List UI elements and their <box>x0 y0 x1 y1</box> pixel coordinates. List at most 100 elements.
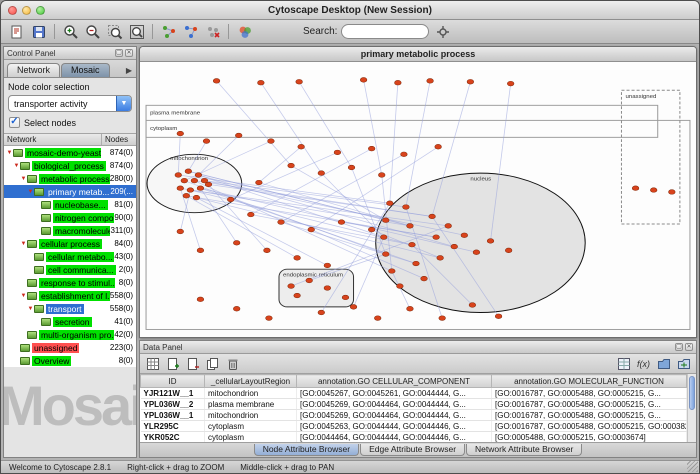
network-node[interactable] <box>433 235 440 240</box>
tree-row[interactable]: ▼metabolic process280(0) <box>4 172 136 185</box>
network-node[interactable] <box>306 278 313 283</box>
tree-row[interactable]: nucleobase...81(0) <box>4 198 136 211</box>
network-node[interactable] <box>445 224 452 229</box>
network-node[interactable] <box>296 79 303 84</box>
zoom-in-icon[interactable] <box>61 22 80 41</box>
network-node[interactable] <box>342 295 349 300</box>
expand-triangle-icon[interactable]: ▼ <box>20 241 27 247</box>
network-node[interactable] <box>451 244 458 249</box>
tab-node-attribute-browser[interactable]: Node Attribute Browser <box>254 444 359 456</box>
network-node[interactable] <box>632 186 639 191</box>
tab-network[interactable]: Network <box>7 63 60 77</box>
network-node[interactable] <box>388 269 395 274</box>
zoom-out-icon[interactable] <box>83 22 102 41</box>
network-node[interactable] <box>348 165 355 170</box>
expand-triangle-icon[interactable]: ▼ <box>13 163 20 169</box>
close-window-icon[interactable] <box>8 6 17 15</box>
table-row[interactable]: YJR121W__1mitochondrion[GO:0045267, GO:0… <box>141 388 687 399</box>
zoom-window-icon[interactable] <box>36 6 45 15</box>
network-node[interactable] <box>197 186 204 191</box>
resize-grip[interactable] <box>687 461 698 472</box>
network-node[interactable] <box>175 173 182 178</box>
network-view-icon[interactable] <box>181 22 200 41</box>
network-node[interactable] <box>382 218 389 223</box>
network-node[interactable] <box>350 305 357 310</box>
attribute-matrix-icon[interactable] <box>615 355 632 372</box>
tree-row[interactable]: ▼cellular process84(0) <box>4 237 136 250</box>
network-node[interactable] <box>650 188 657 193</box>
tree-row[interactable]: ▼transport558(0) <box>4 302 136 315</box>
select-nodes-checkbox[interactable]: ✓ <box>9 117 20 128</box>
expand-triangle-icon[interactable]: ▼ <box>27 189 34 195</box>
network-node[interactable] <box>324 263 331 268</box>
network-node[interactable] <box>233 306 240 311</box>
tree-row[interactable]: macromolecule...311(0) <box>4 224 136 237</box>
network-node[interactable] <box>266 316 273 321</box>
network-node[interactable] <box>395 80 402 85</box>
network-node[interactable] <box>407 306 414 311</box>
table-row[interactable]: YKR052Ccytoplasm[GO:0044464, GO:0044444,… <box>141 432 687 443</box>
tree-row[interactable]: cell communica...2(0) <box>4 263 136 276</box>
float-panel-icon[interactable]: ▢ <box>115 49 123 57</box>
network-node[interactable] <box>413 261 420 266</box>
network-node[interactable] <box>467 79 474 84</box>
tree-row[interactable]: ▼primary metab...209(... <box>4 185 136 198</box>
vizmapper-icon[interactable] <box>235 22 254 41</box>
network-new-icon[interactable] <box>159 22 178 41</box>
network-node[interactable] <box>308 227 315 232</box>
column-header[interactable]: annotation.GO MOLECULAR_FUNCTION <box>492 375 687 388</box>
network-destroy-icon[interactable] <box>203 22 222 41</box>
network-node[interactable] <box>407 224 414 229</box>
network-node[interactable] <box>409 242 416 247</box>
network-node[interactable] <box>193 195 200 200</box>
tab-mosaic[interactable]: Mosaic <box>61 63 110 77</box>
network-node[interactable] <box>187 188 194 193</box>
network-node[interactable] <box>338 220 345 225</box>
network-node[interactable] <box>235 133 242 138</box>
tab-network-attribute-browser[interactable]: Network Attribute Browser <box>466 444 582 456</box>
chevron-down-icon[interactable]: ▼ <box>116 96 131 111</box>
tree-row[interactable]: ▼biological_process874(0) <box>4 159 136 172</box>
network-node[interactable] <box>177 229 184 234</box>
scrollbar-thumb[interactable] <box>689 376 695 410</box>
network-node[interactable] <box>461 233 468 238</box>
minimize-window-icon[interactable] <box>22 6 31 15</box>
select-attributes-icon[interactable] <box>144 355 161 372</box>
close-panel-icon[interactable]: ✕ <box>685 343 693 351</box>
network-node[interactable] <box>213 78 220 83</box>
tree-row[interactable]: response to stimul...8(0) <box>4 276 136 289</box>
table-row[interactable]: YLR295Ccytoplasm[GO:0045263, GO:0044444,… <box>141 421 687 432</box>
network-node[interactable] <box>191 178 198 183</box>
network-node[interactable] <box>278 220 285 225</box>
close-panel-icon[interactable]: ✕ <box>125 49 133 57</box>
tree-row[interactable]: unassigned223(0) <box>4 341 136 354</box>
network-node[interactable] <box>427 78 434 83</box>
open-attribute-file-icon[interactable] <box>675 355 692 372</box>
table-scrollbar[interactable] <box>687 374 696 442</box>
column-header[interactable]: _cellularLayoutRegion <box>205 375 297 388</box>
save-session-icon[interactable] <box>29 22 48 41</box>
network-node[interactable] <box>264 248 271 253</box>
zoom-fit-icon[interactable] <box>127 22 146 41</box>
network-node[interactable] <box>429 214 436 219</box>
network-node[interactable] <box>181 178 188 183</box>
network-node[interactable] <box>294 256 301 261</box>
network-node[interactable] <box>368 146 375 151</box>
network-canvas[interactable]: plasma membranecytoplasmunassignedmitoch… <box>140 62 696 337</box>
network-node[interactable] <box>203 139 210 144</box>
network-view-titlebar[interactable]: primary metabolic process <box>140 47 696 62</box>
network-node[interactable] <box>256 180 263 185</box>
formula-builder-icon[interactable]: f(x) <box>635 355 652 372</box>
tree-row[interactable]: secretion41(0) <box>4 315 136 328</box>
network-node[interactable] <box>469 303 476 308</box>
trash-icon[interactable] <box>224 355 241 372</box>
tree-row[interactable]: cellular metabo...43(0) <box>4 250 136 263</box>
network-node[interactable] <box>205 182 212 187</box>
network-node[interactable] <box>258 80 265 85</box>
column-header[interactable]: annotation.GO CELLULAR_COMPONENT <box>297 375 492 388</box>
network-node[interactable] <box>507 81 514 86</box>
network-node[interactable] <box>177 186 184 191</box>
network-node[interactable] <box>247 212 254 217</box>
network-node[interactable] <box>403 205 410 210</box>
network-node[interactable] <box>374 316 381 321</box>
